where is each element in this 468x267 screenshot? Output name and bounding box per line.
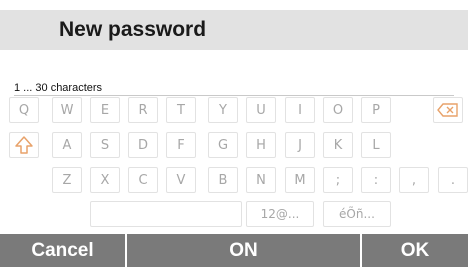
key-i[interactable]: I — [285, 97, 315, 123]
key-colon[interactable]: : — [361, 167, 391, 193]
password-length-hint: 1 ... 30 characters — [14, 82, 103, 94]
key-p[interactable]: P — [361, 97, 391, 123]
key-c[interactable]: C — [128, 167, 158, 193]
key-z[interactable]: Z — [52, 167, 82, 193]
key-f[interactable]: F — [166, 132, 196, 158]
key-m[interactable]: M — [285, 167, 315, 193]
on-button[interactable]: ON — [127, 234, 362, 267]
ok-button[interactable]: OK — [362, 234, 468, 267]
page-title: New password — [59, 18, 207, 41]
header: New password — [0, 0, 468, 50]
key-a[interactable]: A — [52, 132, 82, 158]
footer-bar: Cancel ON OK — [0, 234, 468, 267]
key-r[interactable]: R — [128, 97, 158, 123]
backspace-icon — [437, 103, 458, 117]
key-d[interactable]: D — [128, 132, 158, 158]
shift-icon — [15, 136, 33, 154]
key-k[interactable]: K — [323, 132, 353, 158]
password-input-field[interactable] — [14, 95, 454, 96]
key-u[interactable]: U — [246, 97, 276, 123]
key-n[interactable]: N — [246, 167, 276, 193]
key-s[interactable]: S — [90, 132, 120, 158]
key-o[interactable]: O — [323, 97, 353, 123]
symbols-key[interactable]: 12@... — [246, 201, 314, 227]
key-l[interactable]: L — [361, 132, 391, 158]
key-period[interactable]: . — [438, 167, 468, 193]
key-g[interactable]: G — [208, 132, 238, 158]
backspace-key[interactable] — [433, 97, 463, 123]
key-e[interactable]: E — [90, 97, 120, 123]
key-semicolon[interactable]: ; — [323, 167, 353, 193]
key-q[interactable]: Q — [9, 97, 39, 123]
cancel-button[interactable]: Cancel — [0, 234, 127, 267]
key-y[interactable]: Y — [208, 97, 238, 123]
space-key[interactable] — [90, 201, 242, 227]
key-w[interactable]: W — [52, 97, 82, 123]
key-x[interactable]: X — [90, 167, 120, 193]
accents-key[interactable]: éÕñ... — [323, 201, 391, 227]
key-h[interactable]: H — [246, 132, 276, 158]
key-comma[interactable]: , — [399, 167, 429, 193]
key-b[interactable]: B — [208, 167, 238, 193]
key-j[interactable]: J — [285, 132, 315, 158]
shift-key[interactable] — [9, 132, 39, 158]
key-v[interactable]: V — [166, 167, 196, 193]
key-t[interactable]: T — [166, 97, 196, 123]
